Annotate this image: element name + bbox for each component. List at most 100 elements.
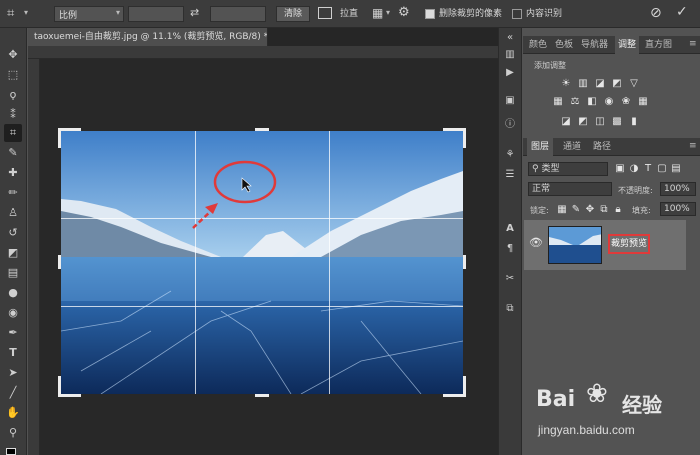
hand-tool-icon[interactable]: ✋ (4, 404, 22, 422)
panel-menu-icon[interactable]: ≡ (689, 39, 697, 49)
pen-tool-icon[interactable]: ✒ (4, 324, 22, 342)
swap-icon[interactable]: ⇄ (190, 6, 199, 19)
zoom-tool-icon[interactable]: ⚲ (4, 424, 22, 442)
filter-shape-icon[interactable]: ▢ (656, 163, 668, 175)
dodge-tool-icon[interactable]: ◉ (4, 304, 22, 322)
gradient-map-icon[interactable]: ▮ (628, 116, 640, 128)
crop-handle-top-left[interactable] (58, 128, 61, 148)
photo-filter-icon[interactable]: ◉ (603, 96, 615, 108)
filter-pixel-icon[interactable]: ▣ (614, 163, 626, 175)
gear-icon[interactable]: ⚙ (398, 5, 410, 20)
clone-source-icon[interactable]: ⧉ (503, 302, 517, 316)
magic-wand-tool-icon[interactable]: ⁑ (4, 106, 22, 124)
brush-panel-icon[interactable]: ⚘ (503, 148, 517, 162)
content-aware-checkbox[interactable] (512, 9, 522, 19)
crop-handle-top-left[interactable] (61, 128, 81, 131)
crop-handle-bottom-left[interactable] (61, 394, 81, 397)
crop-tool-icon-active[interactable]: ⌗ (4, 124, 22, 142)
character-panel-icon[interactable]: A (503, 222, 517, 236)
crop-handle-bottom-left[interactable] (58, 376, 61, 397)
brush-tool-icon[interactable]: ✏ (4, 184, 22, 202)
cancel-crop-icon[interactable]: ⊘ (650, 5, 662, 21)
line-tool-icon[interactable]: ╱ (4, 384, 22, 402)
adjust-sliders-icon[interactable]: ☰ (503, 168, 517, 182)
info-panel-icon[interactable]: ⓘ (503, 118, 517, 132)
threshold-icon[interactable]: ◫ (594, 116, 606, 128)
healing-brush-tool-icon[interactable]: ✚ (4, 164, 22, 182)
hue-saturation-icon[interactable]: ▦ (552, 96, 564, 108)
tab-paths[interactable]: 路径 (593, 138, 611, 156)
history-brush-tool-icon[interactable]: ↺ (4, 224, 22, 242)
tab-histogram[interactable]: 直方图 (645, 36, 672, 54)
vibrance-icon[interactable]: ▽ (628, 78, 640, 90)
filter-smart-icon[interactable]: ▤ (670, 163, 682, 175)
layer-name[interactable]: 裁剪预览 (608, 234, 650, 254)
lock-image-icon[interactable]: ✎ (570, 204, 582, 216)
eyedropper-tool-icon[interactable]: ✎ (4, 144, 22, 162)
layer-filter-select[interactable]: ⚲ 类型 (528, 162, 608, 176)
curves-icon[interactable]: ◪ (594, 78, 606, 90)
paragraph-panel-icon[interactable]: ¶ (503, 242, 517, 256)
layers-menu-icon[interactable]: ≡ (689, 141, 697, 151)
grid-overlay-icon[interactable]: ▦ (372, 6, 383, 20)
collapse-panels-icon[interactable]: « (503, 31, 517, 45)
move-tool-icon[interactable]: ✥ (4, 46, 22, 64)
crop-handle-bottom-right[interactable] (463, 376, 466, 394)
chevron-down-icon[interactable]: ▾ (24, 8, 28, 17)
actions-panel-icon[interactable]: ▶ (503, 66, 517, 80)
crop-handle-top-right[interactable] (463, 128, 466, 148)
eraser-tool-icon[interactable]: ◩ (4, 244, 22, 262)
selective-color-icon[interactable]: ▩ (611, 116, 623, 128)
tab-adjustments[interactable]: 调整 (615, 36, 640, 54)
crop-handle-left-middle[interactable] (58, 255, 61, 269)
exposure-icon[interactable]: ◩ (611, 78, 623, 90)
clear-button[interactable]: 清除 (276, 6, 310, 22)
history-panel-icon[interactable]: ▥ (503, 48, 517, 62)
black-white-icon[interactable]: ◧ (586, 96, 598, 108)
crop-preview-image[interactable] (61, 131, 463, 394)
opacity-input[interactable]: 100% (660, 182, 696, 196)
color-balance-icon[interactable]: ⚖ (569, 96, 581, 108)
lock-all-icon[interactable]: 🔒︎ (612, 204, 624, 216)
crop-handle-top-middle[interactable] (255, 128, 269, 131)
properties-panel-icon[interactable]: ▣ (503, 94, 517, 108)
tab-swatches[interactable]: 色板 (555, 36, 573, 54)
lasso-tool-icon[interactable]: ϙ (4, 86, 22, 104)
grid-chevron-icon[interactable]: ▾ (386, 8, 390, 17)
brightness-icon[interactable]: ☀ (560, 78, 572, 90)
ratio-height-input[interactable] (210, 6, 266, 22)
color-lookup-icon[interactable]: ▦ (637, 96, 649, 108)
gradient-tool-icon[interactable]: ▤ (4, 264, 22, 282)
posterize-icon[interactable]: ◩ (577, 116, 589, 128)
tab-navigator[interactable]: 导航器 (581, 36, 608, 54)
lock-artboard-icon[interactable]: ⧉ (598, 204, 610, 216)
ratio-width-input[interactable] (128, 6, 184, 22)
marquee-tool-icon[interactable]: ⬚ (4, 66, 22, 84)
lock-position-icon[interactable]: ✥ (584, 204, 596, 216)
filter-type-icon[interactable]: T (642, 163, 654, 175)
clone-stamp-tool-icon[interactable]: ♙ (4, 204, 22, 222)
straighten-icon[interactable] (318, 7, 332, 19)
eye-visibility-icon[interactable]: 👁︎ (529, 236, 543, 249)
tab-channels[interactable]: 通道 (563, 138, 581, 156)
type-tool-icon[interactable]: T (4, 344, 22, 362)
levels-icon[interactable]: ▥ (577, 78, 589, 90)
crop-handle-bottom-right[interactable] (443, 394, 466, 397)
crop-handle-right-middle[interactable] (463, 255, 466, 269)
crop-handle-top-right[interactable] (443, 128, 463, 131)
crop-tool-icon[interactable]: ⌗ (7, 6, 23, 22)
blur-tool-icon[interactable]: ● (4, 284, 22, 302)
filter-adjust-icon[interactable]: ◑ (628, 163, 640, 175)
straighten-label[interactable]: 拉直 (340, 8, 358, 20)
channel-mixer-icon[interactable]: ❀ (620, 96, 632, 108)
tab-layers[interactable]: 图层 (527, 138, 554, 156)
document-tab[interactable]: taoxuemei-自由裁剪.jpg @ 11.1% (裁剪预览, RGB/8)… (28, 28, 268, 46)
fill-input[interactable]: 100% (660, 202, 696, 216)
crop-handle-bottom-middle[interactable] (255, 394, 269, 397)
foreground-color-swatch[interactable] (6, 448, 16, 455)
lock-transparent-icon[interactable]: ▦ (556, 204, 568, 216)
tool-presets-icon[interactable]: ✂ (503, 272, 517, 286)
commit-crop-icon[interactable]: ✓ (676, 4, 688, 20)
blend-mode-select[interactable]: 正常 (528, 182, 612, 196)
tab-color[interactable]: 颜色 (529, 36, 547, 54)
